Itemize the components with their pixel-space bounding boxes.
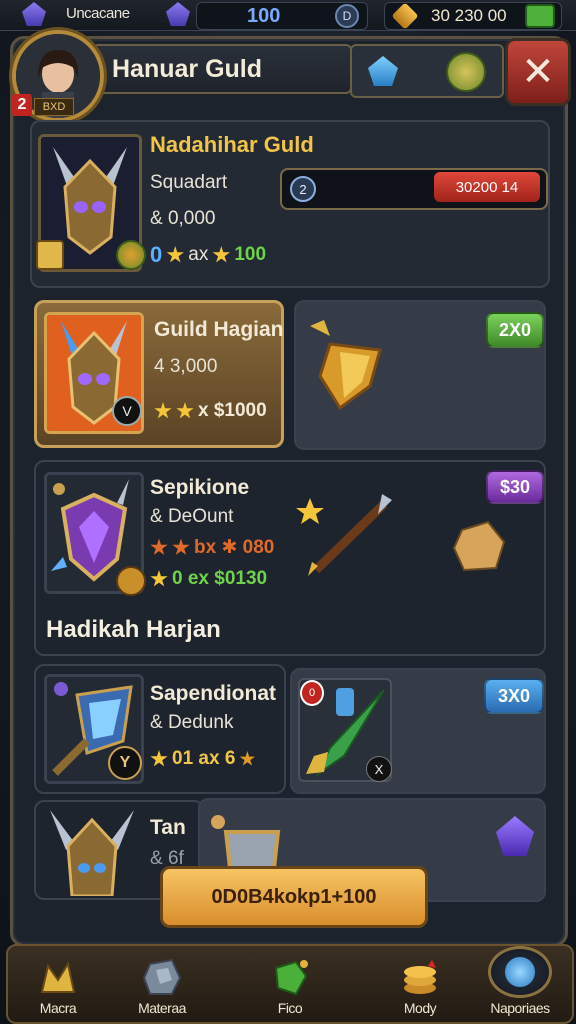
stat-prefix: 0 (150, 242, 163, 267)
item-badge: V (112, 396, 142, 426)
item-stats-1: bx ✱ 080 (150, 536, 274, 559)
star-icon (212, 246, 230, 263)
item-stats: 01 ax 6 (150, 748, 256, 770)
crown-icon (40, 961, 76, 993)
ore-chunk-icon (452, 520, 506, 572)
nav-item-fico[interactable]: Fico (240, 946, 340, 1022)
guild-members: & 0,000 (150, 208, 216, 229)
star-icon (172, 538, 190, 555)
guild-name: Nadahihar Guld (150, 132, 314, 157)
item-stats: x $1000 (154, 400, 267, 422)
buy-button[interactable]: 0D0B4kokp1+100 (160, 866, 428, 928)
star-icon (239, 751, 256, 766)
price-badge: 3X0 (484, 678, 544, 714)
bottom-nav: Macra Materaa Fico Mody Naporiaes (6, 944, 574, 1024)
item-cost: & DeOunt (150, 506, 234, 527)
item-stats-2: 0 ex $0130 (150, 568, 267, 590)
gem-icon (274, 960, 308, 996)
item-name: Sapendionat (150, 682, 277, 705)
info-icon[interactable]: D (335, 4, 359, 28)
staff-weapon-icon (296, 494, 392, 576)
medal-icon (116, 566, 146, 596)
nav-label: Naporiaes (490, 1000, 550, 1016)
stat-value: 100 (234, 244, 267, 265)
item-stats-text: x $1000 (198, 400, 267, 421)
item-badge: Y (108, 746, 142, 780)
gem-icon (22, 2, 50, 28)
page-title: Hanuar Guld (92, 44, 352, 94)
star-icon (154, 402, 172, 419)
nav-item-naporiaes[interactable]: Naporiaes (470, 946, 570, 1022)
level-badge: 2 (12, 94, 32, 116)
horned-helmet-icon (50, 810, 134, 896)
item-stats-text-2: 0 ex $0130 (172, 568, 268, 589)
item-cost: 4 3,000 (154, 356, 218, 377)
gem-counter[interactable]: 100 D (196, 2, 368, 30)
price-badge: $30 (486, 470, 544, 504)
star-icon (150, 750, 168, 767)
item-name: Tan (150, 816, 186, 839)
nav-item-macra[interactable]: Macra (8, 946, 108, 1022)
golden-shield-icon (310, 320, 382, 411)
item-stats-text-1: bx ✱ 080 (194, 537, 275, 558)
guild-progress-bar: 2 30200 14 (280, 168, 548, 210)
progress-value: 30200 14 (434, 172, 540, 202)
guild-subtitle: Squadart (150, 172, 228, 193)
nav-label: Macra (39, 1000, 77, 1016)
nav-label: Fico (277, 1000, 303, 1016)
item-name: Guild Hagian (154, 318, 284, 341)
item-name: Sepikione (150, 476, 250, 499)
guild-stats: 0 ax 100 (150, 242, 266, 268)
topbar-title: Uncacane (66, 5, 130, 22)
medal-icon (116, 240, 146, 270)
emblem-icon[interactable] (446, 52, 486, 92)
resource-plate (350, 44, 504, 98)
level-text: BXD (34, 98, 74, 116)
rank-icon (36, 240, 64, 270)
nav-item-mody[interactable]: Mody (370, 946, 470, 1022)
ore-icon (142, 958, 182, 995)
coin-count: 30 230 00 (431, 6, 507, 25)
coin-counter[interactable]: 30 230 00 (384, 2, 562, 30)
section-title: Hadikah Harjan (46, 616, 221, 643)
star-icon (150, 538, 168, 555)
nav-label: Materaa (138, 1000, 186, 1016)
gem-icon-2 (166, 2, 194, 28)
stat-mid: ax (188, 244, 209, 265)
progress-icon: 2 (290, 176, 316, 202)
star-icon (166, 246, 184, 263)
potion-icon (488, 946, 552, 998)
coin-stack-icon (404, 960, 436, 994)
nav-label: Mody (403, 1000, 437, 1016)
item-cost: & Dedunk (150, 712, 234, 733)
item-stats-text: 01 ax 6 (172, 748, 236, 769)
sapphire-icon (368, 56, 398, 86)
star-icon (176, 402, 194, 419)
nav-item-materaa[interactable]: Materaa (112, 946, 212, 1022)
star-icon (150, 570, 168, 587)
gem-count: 100 (247, 4, 281, 27)
battery-icon (525, 4, 555, 28)
preview-badge: X (366, 756, 392, 782)
price-badge: 2X0 (486, 312, 544, 348)
coin-icon (391, 2, 419, 30)
close-button[interactable]: ✕ (505, 38, 571, 106)
